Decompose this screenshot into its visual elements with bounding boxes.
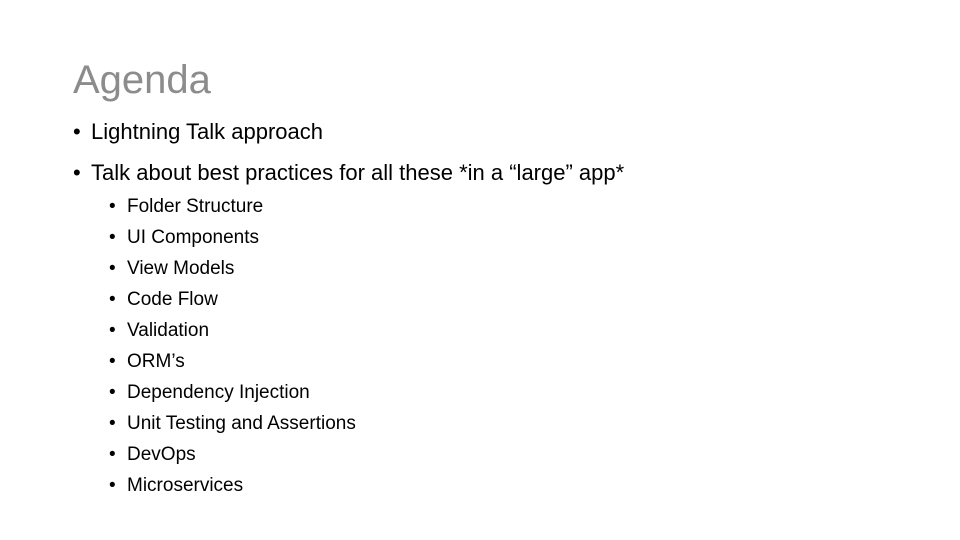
sub-bullet-text: Microservices [127, 475, 244, 496]
bullet-icon: • [109, 196, 116, 217]
sub-bullet-list: • Folder Structure • UI Components • View M… [109, 194, 356, 504]
sub-bullet-item: • ORM’s [109, 349, 356, 380]
bullet-icon: • [109, 351, 116, 372]
bullet-text: Lightning Talk approach [91, 119, 323, 144]
sub-bullet-item: • Dependency Injection [109, 380, 356, 411]
bullet-icon: • [109, 382, 116, 403]
sub-bullet-text: View Models [127, 258, 235, 279]
bullet-icon: • [73, 119, 81, 144]
sub-bullet-text: UI Components [127, 227, 260, 248]
sub-bullet-text: DevOps [127, 444, 196, 465]
bullet-text: Talk about best practices for all these … [91, 160, 625, 185]
bullet-icon: • [109, 444, 116, 465]
sub-bullet-item: • UI Components [109, 225, 356, 256]
slide-title: Agenda [73, 58, 211, 102]
sub-bullet-text: Code Flow [127, 289, 218, 310]
sub-bullet-text: ORM’s [127, 351, 185, 372]
sub-bullet-item: • View Models [109, 256, 356, 287]
sub-bullet-text: Unit Testing and Assertions [127, 413, 356, 434]
sub-bullet-item: • Unit Testing and Assertions [109, 411, 356, 442]
bullet-icon: • [73, 160, 81, 185]
sub-bullet-item: • Microservices [109, 473, 356, 504]
sub-bullet-item: • Validation [109, 318, 356, 349]
bullet-icon: • [109, 475, 116, 496]
sub-bullet-item: • Folder Structure [109, 194, 356, 225]
bullet-icon: • [109, 289, 116, 310]
bullet-icon: • [109, 258, 116, 279]
sub-bullet-text: Validation [127, 320, 210, 341]
bullet-item: • Talk about best practices for all these… [73, 159, 624, 187]
bullet-icon: • [109, 227, 116, 248]
bullet-item: • Lightning Talk approach [73, 118, 323, 146]
sub-bullet-item: • DevOps [109, 442, 356, 473]
sub-bullet-text: Folder Structure [127, 196, 264, 217]
sub-bullet-item: • Code Flow [109, 287, 356, 318]
bullet-icon: • [109, 413, 116, 434]
sub-bullet-text: Dependency Injection [127, 382, 310, 403]
bullet-icon: • [109, 320, 116, 341]
